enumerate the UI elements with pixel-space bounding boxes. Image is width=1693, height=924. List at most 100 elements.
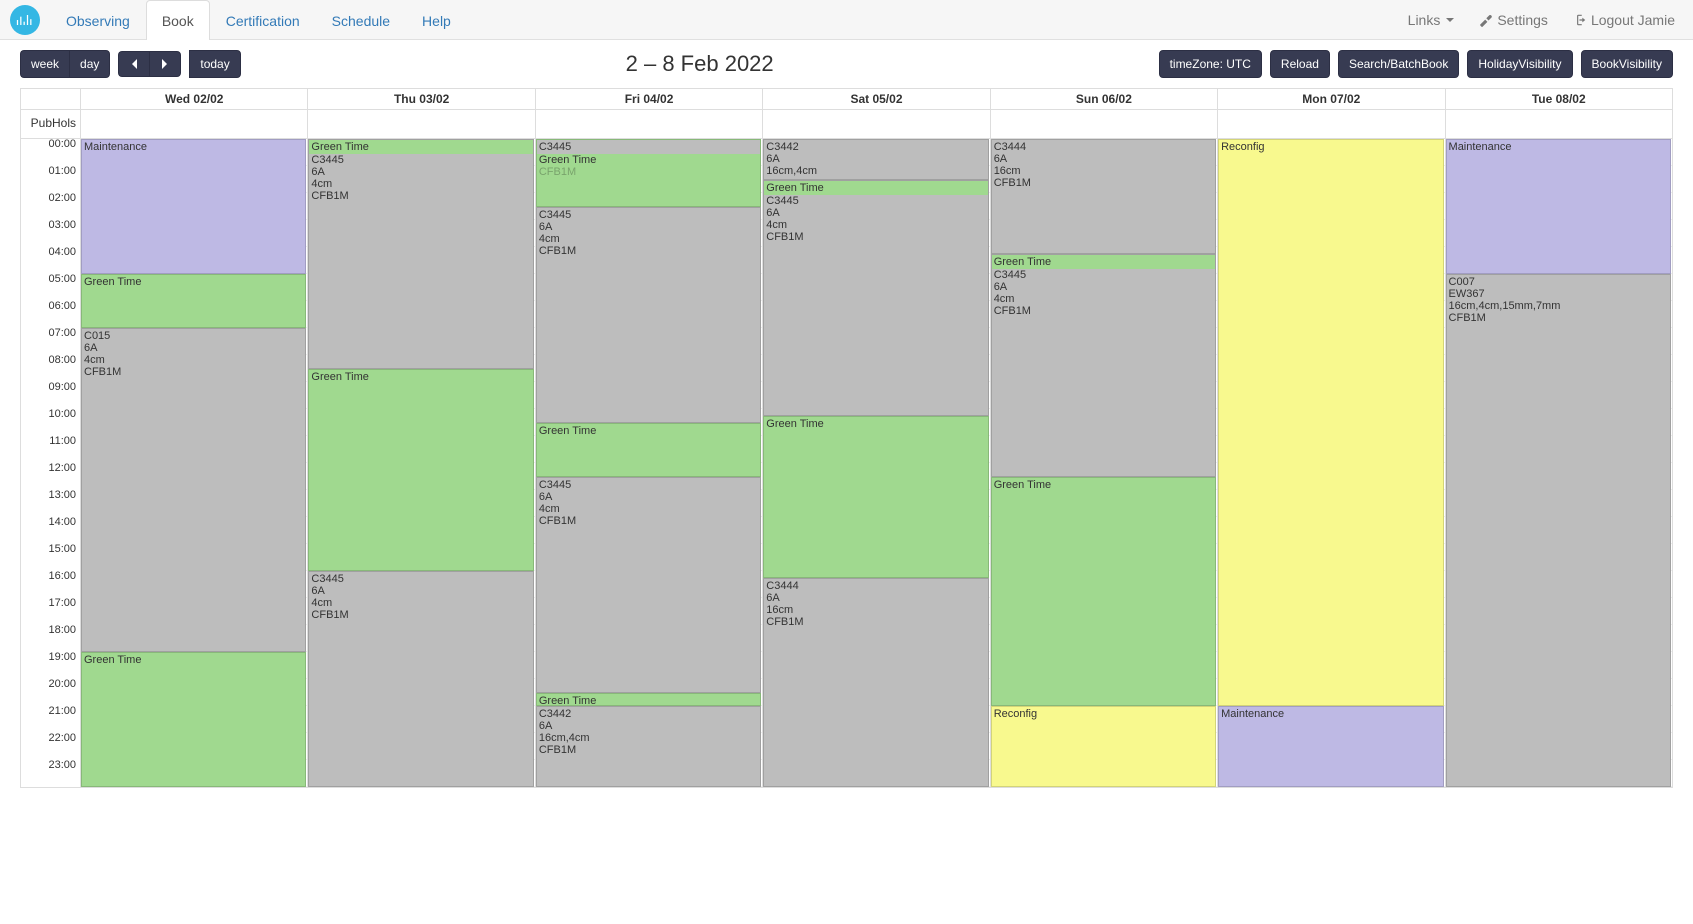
event-line: EW367 (1449, 288, 1668, 300)
calendar-event[interactable]: Green TimeC34456A4cmCFB1M (308, 139, 533, 369)
day-header[interactable]: Tue 08/02 (1446, 89, 1672, 109)
calendar-event[interactable]: Green Time (81, 274, 306, 328)
hour-label: 11:00 (49, 435, 76, 447)
hour-label: 09:00 (48, 381, 76, 393)
day-column[interactable]: C34446A16cmCFB1MGreen TimeC34456A4cmCFB1… (991, 139, 1218, 787)
logout-icon (1573, 13, 1587, 27)
calendar-event[interactable]: C34456A4cmCFB1M (536, 207, 761, 423)
day-view-button[interactable]: day (69, 50, 110, 78)
allday-cell[interactable] (763, 110, 990, 138)
day-header[interactable]: Thu 03/02 (308, 89, 535, 109)
logout-link[interactable]: Logout Jamie (1573, 12, 1675, 28)
day-column[interactable]: MaintenanceC007EW36716cm,4cm,15mm,7mmCFB… (1446, 139, 1672, 787)
day-header[interactable]: Sun 06/02 (991, 89, 1218, 109)
event-line: 6A (539, 491, 758, 503)
calendar-event[interactable]: Green TimeC34456A4cmCFB1M (763, 180, 988, 416)
event-line: CFB1M (311, 190, 530, 202)
event-line: 6A (84, 342, 303, 354)
allday-cell[interactable] (308, 110, 535, 138)
calendar-event[interactable]: C34456A4cmCFB1M (308, 571, 533, 787)
calendar-event[interactable]: C34426A16cm,4cm (763, 139, 988, 180)
allday-cell[interactable] (1446, 110, 1672, 138)
calendar-body: 00:0001:0002:0003:0004:0005:0006:0007:00… (21, 139, 1672, 787)
day-column[interactable]: C3445Green TimeCFB1MC34456A4cmCFB1MGreen… (536, 139, 763, 787)
calendar-event[interactable]: Green Time (991, 477, 1216, 707)
prev-button[interactable] (118, 51, 149, 77)
nav-tab-observing[interactable]: Observing (50, 0, 146, 40)
timezone-utc-button[interactable]: timeZone: UTC (1159, 50, 1262, 78)
week-view-button[interactable]: week (20, 50, 69, 78)
calendar-event[interactable]: C34426A16cm,4cmCFB1M (536, 706, 761, 787)
event-line: 4cm (539, 233, 758, 245)
event-line: CFB1M (994, 177, 1213, 189)
nav-right: Links Settings Logout Jamie (1408, 0, 1683, 39)
bookvisibility-button[interactable]: BookVisibility (1581, 50, 1673, 78)
day-header[interactable]: Fri 04/02 (536, 89, 763, 109)
calendar-event[interactable]: C0156A4cmCFB1M (81, 328, 306, 652)
calendar-event[interactable]: Green TimeC34456A4cmCFB1M (991, 254, 1216, 477)
nav-tabs: ObservingBookCertificationScheduleHelp (50, 0, 467, 39)
search-batchbook-button[interactable]: Search/BatchBook (1338, 50, 1459, 78)
allday-cell[interactable] (81, 110, 308, 138)
event-line: 4cm (766, 219, 985, 231)
day-column[interactable]: Green TimeC34456A4cmCFB1MGreen TimeC3445… (308, 139, 535, 787)
day-column[interactable]: MaintenanceGreen TimeC0156A4cmCFB1MGreen… (81, 139, 308, 787)
caret-down-icon (1446, 18, 1454, 22)
calendar-event[interactable]: Green Time (536, 693, 761, 707)
hour-label: 18:00 (48, 624, 76, 636)
event-line: 16cm,4cm (539, 732, 758, 744)
event-line: CFB1M (1449, 312, 1668, 324)
allday-cell[interactable] (991, 110, 1218, 138)
brand-icon (15, 10, 35, 30)
event-line: C015 (84, 330, 303, 342)
allday-cell[interactable] (1218, 110, 1445, 138)
day-header[interactable]: Wed 02/02 (81, 89, 308, 109)
allday-label: PubHols (21, 110, 81, 138)
allday-cell[interactable] (536, 110, 763, 138)
day-header[interactable]: Sat 05/02 (763, 89, 990, 109)
calendar-event[interactable]: Green Time (763, 416, 988, 578)
links-label: Links (1408, 12, 1441, 28)
hour-label: 23:00 (48, 759, 76, 771)
chevron-left-icon (129, 58, 139, 70)
nav-tab-help[interactable]: Help (406, 0, 467, 40)
nav-tab-certification[interactable]: Certification (210, 0, 316, 40)
calendar-event[interactable]: Maintenance (81, 139, 306, 274)
reload-button[interactable]: Reload (1270, 50, 1330, 78)
next-button[interactable] (149, 51, 181, 77)
event-line: Green Time (994, 479, 1213, 491)
hour-label: 05:00 (48, 273, 76, 285)
calendar-event[interactable]: Green Time (536, 423, 761, 477)
day-header[interactable]: Mon 07/02 (1218, 89, 1445, 109)
calendar-event[interactable]: C34456A4cmCFB1M (536, 477, 761, 693)
event-line: 6A (766, 592, 985, 604)
today-button[interactable]: today (189, 50, 240, 78)
calendar-event[interactable]: Maintenance (1446, 139, 1671, 274)
calendar-event[interactable]: Green Time (308, 369, 533, 572)
event-line: Green Time (992, 255, 1215, 269)
wrench-icon (1479, 13, 1493, 27)
event-line: 16cm,4cm,15mm,7mm (1449, 300, 1668, 312)
nav-tab-schedule[interactable]: Schedule (316, 0, 406, 40)
event-line: 16cm (766, 604, 985, 616)
nav-tab-book[interactable]: Book (146, 0, 210, 40)
event-line: 6A (539, 221, 758, 233)
calendar-event[interactable]: Reconfig (991, 706, 1216, 787)
hour-label: 07:00 (48, 327, 76, 339)
calendar-event[interactable]: C007EW36716cm,4cm,15mm,7mmCFB1M (1446, 274, 1671, 787)
calendar-event[interactable]: Green Time (81, 652, 306, 787)
allday-row: PubHols (21, 110, 1672, 139)
holidayvisibility-button[interactable]: HolidayVisibility (1467, 50, 1572, 78)
event-line: C3445 (311, 154, 530, 166)
links-dropdown[interactable]: Links (1408, 12, 1455, 28)
calendar-event[interactable]: Maintenance (1218, 706, 1443, 787)
nav-arrow-group (118, 51, 181, 77)
event-line: C3445 (311, 573, 530, 585)
day-column[interactable]: ReconfigMaintenance (1218, 139, 1445, 787)
settings-link[interactable]: Settings (1479, 12, 1548, 28)
calendar-event[interactable]: C34446A16cmCFB1M (763, 578, 988, 787)
calendar-event[interactable]: C34446A16cmCFB1M (991, 139, 1216, 254)
day-column[interactable]: C34426A16cm,4cmGreen TimeC34456A4cmCFB1M… (763, 139, 990, 787)
calendar-event[interactable]: Reconfig (1218, 139, 1443, 706)
calendar-event[interactable]: C3445Green TimeCFB1M (536, 139, 761, 207)
